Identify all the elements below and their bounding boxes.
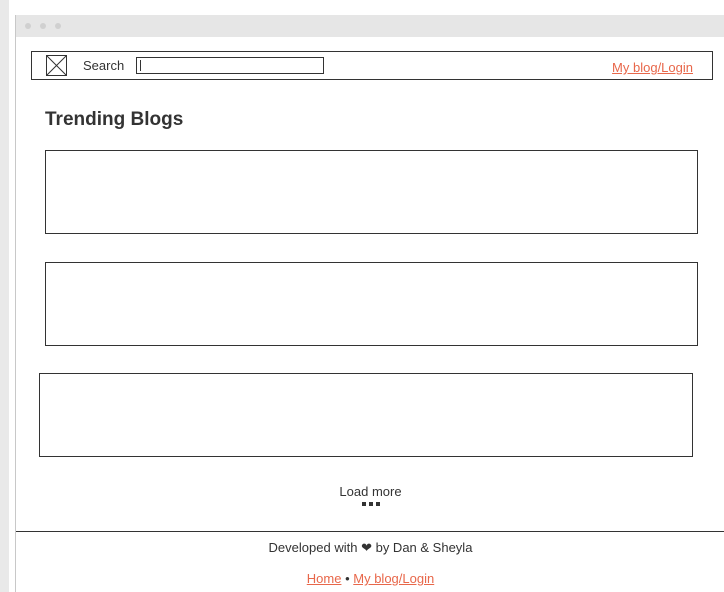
image-placeholder-icon[interactable] — [46, 55, 67, 76]
window-left-edge — [0, 0, 9, 592]
footer-credit: Developed with ❤ by Dan & Sheyla — [16, 540, 724, 556]
browser-window: Search My blog/Login Trending Blogs Load… — [15, 15, 724, 592]
search-label: Search — [83, 58, 125, 73]
load-more-button[interactable]: Load more — [16, 484, 724, 499]
window-maximize-dot[interactable] — [55, 23, 61, 29]
blog-card[interactable] — [39, 373, 693, 457]
window-close-dot[interactable] — [25, 23, 31, 29]
text-cursor — [140, 60, 141, 71]
credit-prefix: Developed with — [268, 540, 358, 555]
footer-home-link[interactable]: Home — [307, 571, 342, 586]
footer-links: Home • My blog/Login — [16, 571, 724, 586]
footer-login-link[interactable]: My blog/Login — [353, 571, 434, 586]
navbar: Search My blog/Login — [31, 51, 713, 80]
top-strip — [0, 0, 724, 8]
page-title: Trending Blogs — [45, 109, 184, 130]
search-input[interactable] — [136, 57, 324, 74]
blog-card[interactable] — [45, 150, 698, 234]
my-blog-login-link[interactable]: My blog/Login — [612, 60, 693, 75]
window-titlebar — [16, 15, 724, 37]
blog-card[interactable] — [45, 262, 698, 346]
window-minimize-dot[interactable] — [40, 23, 46, 29]
load-more-label: Load more — [339, 484, 402, 499]
footer-separator: • — [345, 571, 350, 586]
page: Search My blog/Login Trending Blogs Load… — [0, 0, 724, 592]
footer: Developed with ❤ by Dan & Sheyla Home • … — [16, 531, 724, 592]
credit-suffix: by Dan & Sheyla — [375, 540, 473, 555]
dots-icon — [16, 502, 724, 506]
heart-icon: ❤ — [361, 540, 372, 555]
